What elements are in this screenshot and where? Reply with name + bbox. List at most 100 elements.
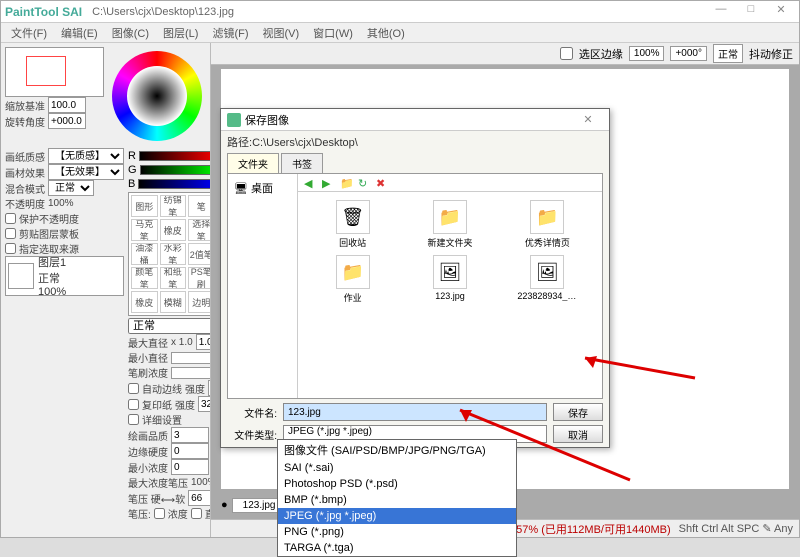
file-toolbar: ◀ ▶ 📁 ↻ ✖ [298,174,602,192]
save-button[interactable]: 保存 [553,403,603,421]
maximize-button[interactable]: □ [737,3,765,21]
filename-input[interactable] [283,403,547,421]
tab-folders[interactable]: 文件夹 [227,153,279,173]
tool-1[interactable]: 纺锦笔 [160,195,187,217]
tool-0[interactable]: 图形 [131,195,158,217]
menu-other[interactable]: 其他(O) [361,23,411,43]
paper-select[interactable]: 【无质感】 [48,148,124,164]
filetype-option[interactable]: BMP (*.bmp) [278,492,516,508]
tool-17[interactable]: 模糊 [160,291,187,313]
file-item[interactable]: 🖼223828934_10404000... [501,255,594,304]
edge-checkbox[interactable] [128,383,139,394]
density-slider[interactable] [171,367,211,379]
layer-thumb[interactable] [8,263,34,289]
g-slider[interactable] [140,165,211,175]
adv-checkbox[interactable] [128,414,139,425]
minsize-slider[interactable] [171,352,211,364]
menu-image[interactable]: 图像(C) [106,23,155,43]
folder-tree[interactable]: 🖥桌面 [228,174,298,398]
filetype-option[interactable]: Photoshop PSD (*.psd) [278,476,516,492]
preserve-label: 保护不透明度 [19,211,79,226]
brush-mode-select[interactable]: 正常 [128,318,211,334]
maxsize-input[interactable] [196,334,211,350]
menu-window[interactable]: 窗口(W) [307,23,359,43]
b-label: B [128,178,135,190]
tool-5[interactable]: 橡皮 [160,219,187,241]
effect-select[interactable]: 【无效果】 [48,164,124,180]
zoom-display[interactable]: 100% [629,46,665,61]
drawq-input[interactable] [171,427,209,443]
tool-12[interactable]: 颜笔笔 [131,267,158,289]
tool-8[interactable]: 油漆桶 [131,243,158,265]
layer-list[interactable]: 图层1正常100% [5,256,124,296]
filetype-option[interactable]: SAI (*.sai) [278,460,516,476]
filetype-option[interactable]: TARGA (*.tga) [278,540,516,556]
color-wheel[interactable] [112,51,202,141]
file-item[interactable]: 🖼123.jpg [403,255,496,304]
fwd-icon[interactable]: ▶ [322,177,334,189]
file-name: 回收站 [339,236,366,249]
tool-13[interactable]: 和纸笔 [160,267,187,289]
blot-input[interactable] [198,396,211,412]
dialog-titlebar[interactable]: 保存图像 ✕ [221,109,609,131]
delete-icon[interactable]: ✖ [376,177,388,189]
file-name: 223828934_10404000... [517,291,577,301]
r-slider[interactable] [139,151,211,161]
file-item[interactable]: 📁优秀详情页 [501,200,594,249]
preserve-checkbox[interactable] [5,213,16,224]
tab-dot-icon: ● [221,499,228,511]
desktop-node[interactable]: 桌面 [251,180,273,196]
seledge-checkbox[interactable] [560,47,573,60]
tool-6[interactable]: 选择笔 [188,219,211,241]
blot-checkbox[interactable] [128,399,139,410]
press-size-checkbox[interactable] [191,508,202,519]
refresh-icon[interactable]: ↻ [358,177,370,189]
file-item[interactable]: 📁作业 [306,255,399,304]
b-slider[interactable] [138,179,211,189]
cancel-button[interactable]: 取消 [553,425,603,443]
minimize-button[interactable]: — [707,3,735,21]
file-item[interactable]: 📁新建文件夹 [403,200,496,249]
menu-filter[interactable]: 滤镜(F) [206,23,254,43]
filetype-option[interactable]: JPEG (*.jpg *.jpeg) [278,508,516,524]
tool-2[interactable]: 笔 [188,195,211,217]
adv-label: 详细设置 [142,412,182,427]
clip-checkbox[interactable] [5,228,16,239]
tool-grid: 图形纺锦笔笔水彩笔马克笔橡皮选择笔选区擦油漆桶水彩笔2值笔画布颜笔笔和纸笔PS笔… [128,192,211,316]
menu-layer[interactable]: 图层(L) [157,23,204,43]
close-button[interactable]: ✕ [767,3,795,21]
tab-bookmarks[interactable]: 书签 [281,153,323,173]
tool-10[interactable]: 2值笔 [188,243,211,265]
ref-checkbox[interactable] [5,243,16,254]
zoom-input[interactable] [48,97,86,113]
density-label: 笔刷浓度 [128,365,168,380]
angle-display[interactable]: +000° [670,46,707,61]
maxsize-label: 最大直径 [128,335,168,350]
tool-14[interactable]: PS笔刷 [188,267,211,289]
dialog-close-button[interactable]: ✕ [573,113,603,126]
folder-icon[interactable]: 📁 [340,177,352,189]
filetype-dropdown: 图像文件 (SAI/PSD/BMP/JPG/PNG/TGA)SAI (*.sai… [277,439,517,557]
minden-input[interactable] [171,459,209,475]
hardsoft-input[interactable] [188,490,211,506]
file-name: 新建文件夹 [427,236,472,249]
tool-9[interactable]: 水彩笔 [160,243,187,265]
angle-input[interactable] [48,113,86,129]
navigator-thumb[interactable] [5,47,104,97]
normal-display[interactable]: 正常 [713,44,743,63]
press-den-checkbox[interactable] [154,508,165,519]
back-icon[interactable]: ◀ [304,177,316,189]
blend-select[interactable]: 正常 [48,180,94,196]
menu-file[interactable]: 文件(F) [5,23,53,43]
edgehard-input[interactable] [171,443,209,459]
tool-16[interactable]: 橡皮 [131,291,158,313]
filetype-option[interactable]: 图像文件 (SAI/PSD/BMP/JPG/PNG/TGA) [278,440,516,460]
zoom-label: 缩放基准 [5,98,45,113]
tool-18[interactable]: 边明 [188,291,211,313]
menu-view[interactable]: 视图(V) [257,23,306,43]
effect-label: 画材效果 [5,165,45,180]
menu-edit[interactable]: 编辑(E) [55,23,104,43]
file-item[interactable]: 🗑回收站 [306,200,399,249]
tool-4[interactable]: 马克笔 [131,219,158,241]
file-grid: 🗑回收站📁新建文件夹📁优秀详情页 📁作业🖼123.jpg🖼223828934_10… [298,192,602,312]
